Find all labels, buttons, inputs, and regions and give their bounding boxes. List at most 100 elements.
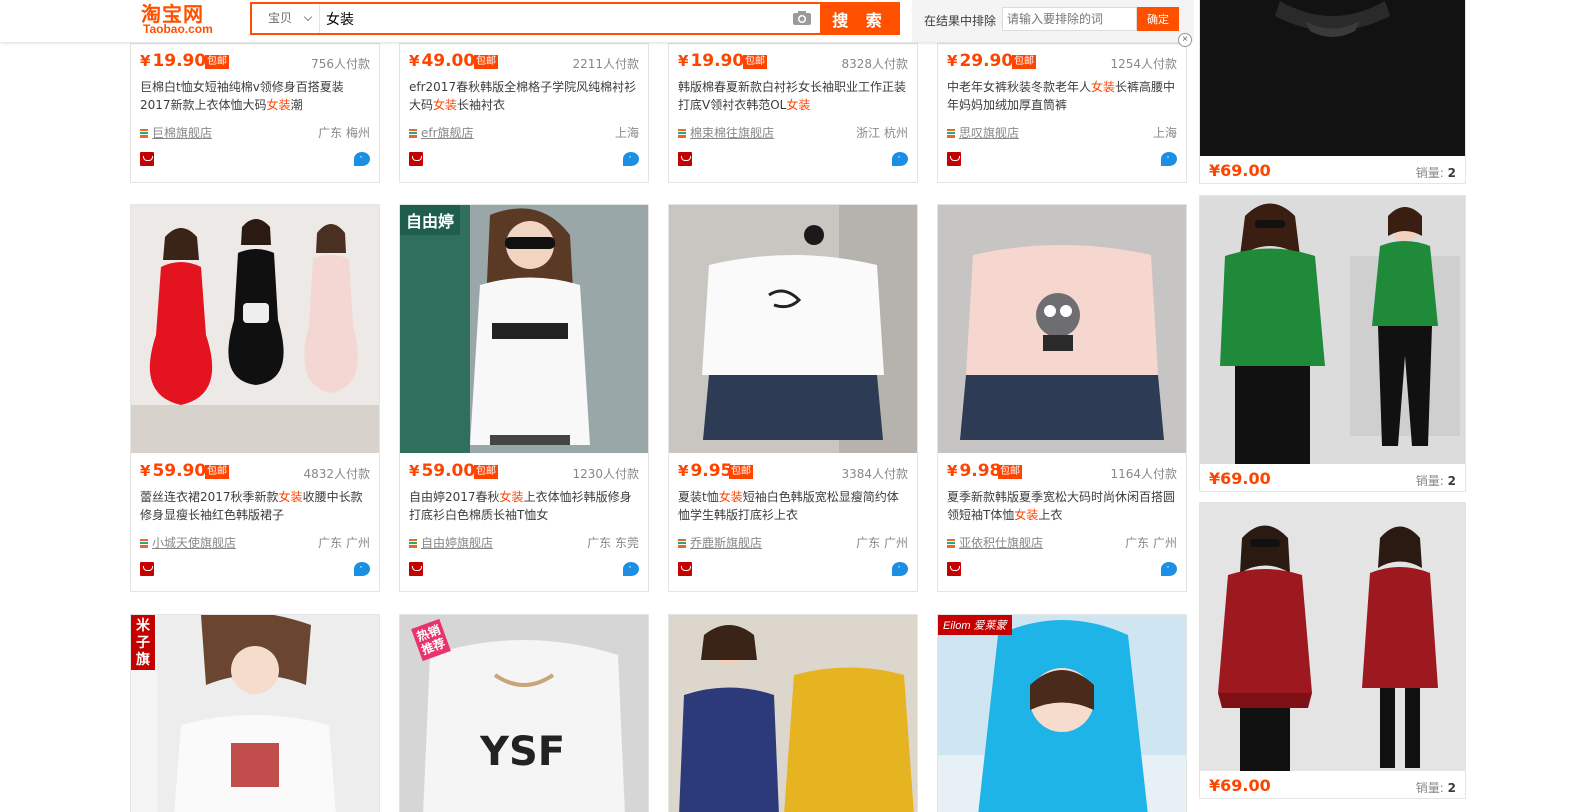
exclude-confirm-button[interactable]: 确定 [1137,7,1179,31]
exclude-input[interactable] [1002,7,1137,31]
wangwang-chat-icon[interactable] [1161,559,1177,576]
shop-link[interactable]: 棉束棉往旗舰店 [678,124,774,141]
product-card[interactable]: ¥9.98 包邮 1164人付款 夏季新款韩版夏季宽松大码时尚休闲百搭圆领短袖T… [937,204,1187,592]
wangwang-chat-icon[interactable] [354,559,370,576]
shop-link[interactable]: 亚依积仕旗舰店 [947,534,1043,551]
product-image[interactable] [131,205,379,453]
tmall-icon[interactable] [140,562,154,576]
camera-icon[interactable] [792,10,812,26]
search-button[interactable]: 搜 索 [820,2,900,35]
product-price: ¥19.90 [678,51,745,71]
wangwang-chat-icon[interactable] [354,149,370,166]
wangwang-chat-icon[interactable] [892,559,908,576]
shop-link[interactable]: 思叹旗舰店 [947,124,1019,141]
printed-tee-image [131,615,379,812]
search-scope-select[interactable]: 宝贝 [252,4,320,33]
payment-count: 1164人付款 [1110,467,1177,481]
tmall-icon[interactable] [409,152,423,166]
ad-product-image[interactable] [1200,503,1465,771]
search-box: 宝贝 搜 索 [250,2,900,35]
product-card[interactable]: ¥9.95 包邮 3384人付款 夏装t恤女装短袖白色韩版宽松显瘦简约体恤学生韩… [668,204,918,592]
payment-count: 756人付款 [311,57,370,71]
tmall-icon[interactable] [947,152,961,166]
product-image[interactable] [938,205,1186,453]
product-price: ¥9.98 [947,461,1002,481]
ad-card[interactable]: ¥69.00 销量: 2 [1199,502,1466,799]
search-scope-label: 宝贝 [268,11,293,25]
logo-text-en: Taobao.com [143,22,213,36]
free-shipping-badge: 包邮 [729,465,753,479]
product-title-link[interactable]: 蕾丝连衣裙2017秋季新款女装收腰中长款修身显瘦长袖红色韩版裙子 [140,488,372,526]
shop-icon [140,129,148,138]
wangwang-chat-icon[interactable] [892,149,908,166]
product-title-link[interactable]: 韩版棉春夏新款白衬衫女长袖职业工作正装打底V领衬衣韩范OL女装 [678,78,910,116]
product-price: ¥29.90 [947,51,1014,71]
product-card[interactable]: Eilom 爱莱蒙 [937,614,1187,812]
shop-link[interactable]: 乔鹿斯旗舰店 [678,534,762,551]
product-image[interactable]: YSF 热销推荐 [400,615,648,812]
exclude-bar: 在结果中排除 确定 [912,0,1194,42]
shop-icon [140,539,148,548]
free-shipping-badge: 包邮 [1012,55,1036,69]
ad-product-image[interactable] [1200,196,1465,464]
product-price: ¥49.00 [409,51,476,71]
tmall-icon[interactable] [678,562,692,576]
product-card[interactable]: ¥59.90 包邮 4832人付款 蕾丝连衣裙2017秋季新款女装收腰中长款修身… [130,204,380,592]
ad-card[interactable]: ¥69.00 销量: 2 [1199,0,1466,184]
tmall-icon[interactable] [409,562,423,576]
chevron-down-icon [303,12,313,22]
location-text: 广东 广州 [1125,536,1177,550]
tmall-icon[interactable] [678,152,692,166]
wangwang-chat-icon[interactable] [1161,149,1177,166]
product-price: ¥59.90 [140,461,207,481]
ad-price: ¥69.00 [1209,776,1271,795]
product-price: ¥59.00 [409,461,476,481]
shop-link[interactable]: efr旗舰店 [409,124,474,141]
location-text: 广东 广州 [318,536,370,550]
product-title-link[interactable]: efr2017春秋韩版全棉格子学院风纯棉衬衫大码女装长袖衬衣 [409,78,641,116]
product-card[interactable]: 米子旗 [130,614,380,812]
shop-icon [947,129,955,138]
product-image[interactable] [669,615,917,812]
product-image[interactable]: Eilom 爱莱蒙 [938,615,1186,812]
product-card[interactable]: ¥19.90 包邮 8328人付款 韩版棉春夏新款白衬衫女长袖职业工作正装打底V… [668,43,918,183]
product-card[interactable]: ¥49.00 包邮 2211人付款 efr2017春秋韩版全棉格子学院风纯棉衬衫… [399,43,649,183]
product-card[interactable] [668,614,918,812]
ad-sales: 销量: 2 [1415,166,1456,180]
product-image[interactable] [669,205,917,453]
product-title-link[interactable]: 夏季新款韩版夏季宽松大码时尚休闲百搭圆领短袖T体恤女装上衣 [947,488,1179,526]
product-title-link[interactable]: 自由婷2017春秋女装上衣体恤衫韩版修身打底衫白色棉质长袖T恤女 [409,488,641,526]
ad-price: ¥69.00 [1209,469,1271,488]
ad-product-image[interactable] [1200,0,1465,156]
product-title-link[interactable]: 中老年女裤秋装冬款老年人女装长裤高腰中年妈妈加绒加厚直筒裤 [947,78,1179,116]
product-title-link[interactable]: 夏装t恤女装短袖白色韩版宽松显瘦简约体恤学生韩版打底衫上衣 [678,488,910,526]
shop-link[interactable]: 小城天使旗舰店 [140,534,236,551]
shop-link[interactable]: 自由婷旗舰店 [409,534,493,551]
product-card[interactable]: ¥19.90 包邮 756人付款 巨棉白t恤女短袖纯棉v领修身百搭夏装2017新… [130,43,380,183]
payment-count: 1254人付款 [1110,57,1177,71]
product-card[interactable]: 自由婷 ¥59.00 包邮 1230人付款 自由婷2017春秋女装上衣体恤衫韩版… [399,204,649,592]
blue-hoodie-image [938,615,1186,812]
shop-link[interactable]: 巨棉旗舰店 [140,124,212,141]
tmall-icon[interactable] [947,562,961,576]
ad-card[interactable]: ¥69.00 销量: 2 [1199,195,1466,492]
shop-icon [678,129,686,138]
product-title-link[interactable]: 巨棉白t恤女短袖纯棉v领修身百搭夏装2017新款上衣体恤大码女装潮 [140,78,372,116]
product-image[interactable]: 自由婷 [400,205,648,453]
shop-icon [678,539,686,548]
product-card[interactable]: YSF 热销推荐 [399,614,649,812]
search-input[interactable] [322,4,788,33]
wangwang-chat-icon[interactable] [623,559,639,576]
close-icon[interactable]: × [1178,33,1192,47]
product-price: ¥9.95 [678,461,733,481]
tmall-icon[interactable] [140,152,154,166]
free-shipping-badge: 包邮 [743,55,767,69]
product-card[interactable]: ¥29.90 包邮 1254人付款 中老年女裤秋装冬款老年人女装长裤高腰中年妈妈… [937,43,1187,183]
product-image[interactable]: 米子旗 [131,615,379,812]
brand-tag: Eilom 爱莱蒙 [938,615,1012,635]
location-text: 上海 [1152,126,1177,140]
wangwang-chat-icon[interactable] [623,149,639,166]
location-text: 上海 [614,126,639,140]
taobao-logo[interactable]: 淘宝网 Taobao.com [135,0,245,40]
payment-count: 1230人付款 [572,467,639,481]
